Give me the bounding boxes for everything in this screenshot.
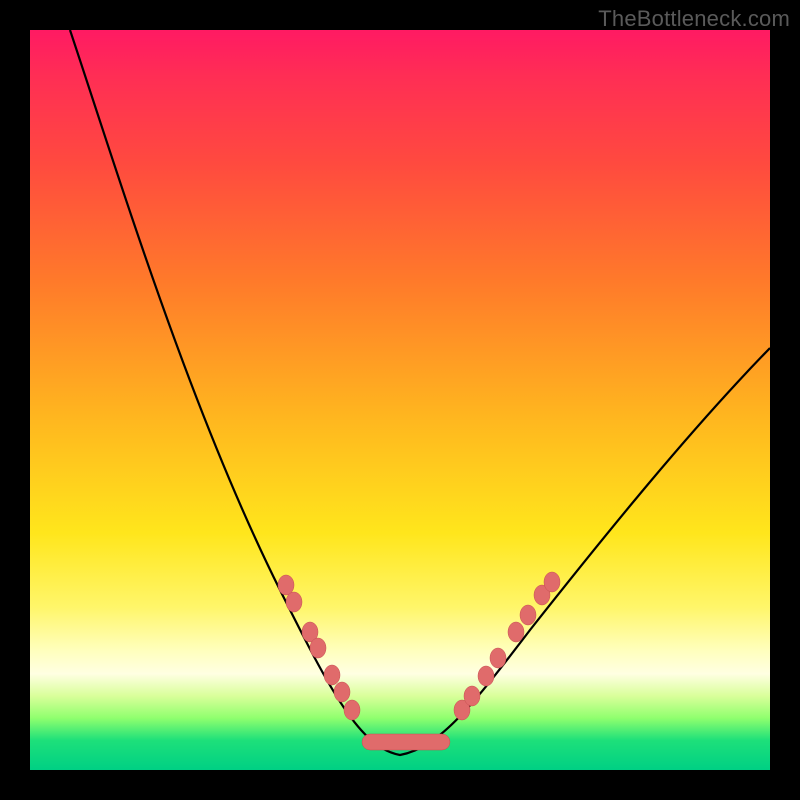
dot-left-2	[286, 592, 302, 612]
dot-left-4	[310, 638, 326, 658]
dot-left-6	[334, 682, 350, 702]
dot-right-4	[490, 648, 506, 668]
dot-right-8	[544, 572, 560, 592]
dot-right-3	[478, 666, 494, 686]
dot-right-6	[520, 605, 536, 625]
dot-right-5	[508, 622, 524, 642]
chart-svg	[30, 30, 770, 770]
dot-left-1	[278, 575, 294, 595]
outer-frame: TheBottleneck.com	[0, 0, 800, 800]
dot-left-5	[324, 665, 340, 685]
dot-left-7	[344, 700, 360, 720]
bottleneck-curve	[70, 30, 770, 755]
bottom-dot-band	[362, 734, 450, 750]
plot-area	[30, 30, 770, 770]
watermark-text: TheBottleneck.com	[598, 6, 790, 32]
dot-right-2	[464, 686, 480, 706]
